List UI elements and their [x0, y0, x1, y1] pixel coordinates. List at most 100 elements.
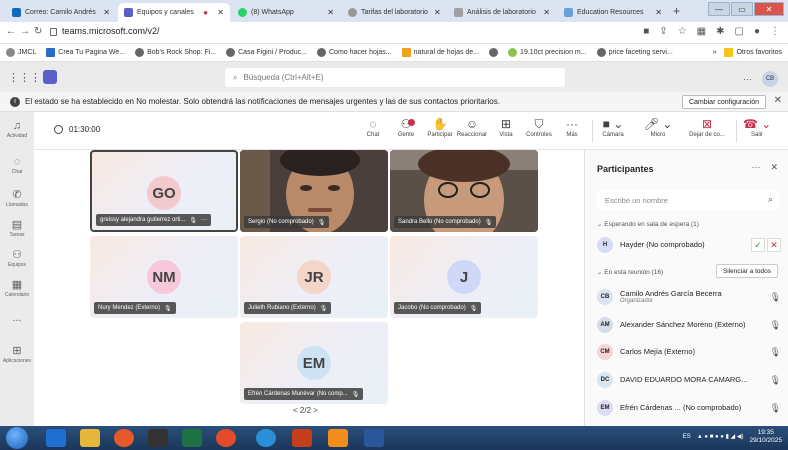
browser-tab-analisis[interactable]: Análisis de laboratorio ✕ [448, 3, 556, 22]
edge-icon[interactable] [46, 429, 66, 447]
chevron-right-icon[interactable]: » [713, 49, 717, 56]
bookmark[interactable]: Casa Figini / Produc... [226, 48, 307, 57]
bookmark[interactable]: price faceting servi... [596, 48, 673, 57]
participant-tile[interactable]: NM Nury Mendez (Externo) 🎙︎ [90, 236, 238, 318]
vlc-icon[interactable] [328, 429, 348, 447]
gallery-pager[interactable]: < 2/2 > [293, 406, 318, 415]
close-window-button[interactable]: ✕ [754, 2, 784, 16]
react-button[interactable]: ☺ Reaccionar [456, 116, 488, 138]
bookmark[interactable]: natural de hojas de... [401, 48, 479, 57]
controls-button[interactable]: ⛉ Controles [523, 116, 555, 138]
participant-search-input[interactable]: Escribe un nombre ⌕ [597, 190, 779, 210]
waiting-section-header[interactable]: ⌄ Esperando en sala de espera (1) [597, 220, 699, 228]
mic-button[interactable]: 🎤︎ ⌄ Micro [642, 116, 674, 138]
bookmark[interactable] [489, 48, 499, 57]
powerpoint-icon[interactable] [292, 429, 312, 447]
participant-tile[interactable]: JR Julieth Rubiano (Externo) 🎙︎ [240, 236, 388, 318]
rail-item-calendar[interactable]: ▦ Calendario [0, 278, 34, 298]
sidebar-icon[interactable]: ▢ [735, 26, 744, 37]
close-icon[interactable]: ✕ [321, 8, 334, 17]
bookmark[interactable]: Bob's Rock Shop: Fi... [135, 48, 216, 57]
rail-item-activity[interactable]: ♫ Actividad [0, 120, 34, 139]
close-icon[interactable]: ✕ [774, 95, 782, 106]
rail-item-teams[interactable]: ⚇ Equipos [0, 248, 34, 268]
language-indicator[interactable]: ES [683, 434, 691, 440]
new-tab-button[interactable]: + [673, 4, 680, 18]
rail-item-apps[interactable]: ⊞ Aplicaciones [0, 344, 34, 364]
word-icon[interactable] [364, 429, 384, 447]
clock[interactable]: 19:35 29/10/2025 [749, 429, 782, 445]
rail-item-chat[interactable]: ◌ Chat [0, 156, 34, 175]
maximize-button[interactable]: ▭ [731, 2, 753, 16]
bookmark[interactable]: Como hacer hojas... [317, 48, 392, 57]
file-explorer-icon[interactable] [80, 429, 100, 447]
forward-arrow-icon[interactable]: → [20, 26, 30, 37]
admit-button[interactable]: ✓ [751, 238, 765, 252]
browser-tab-tarifas[interactable]: Tarifas del laboratorio ✕ [342, 3, 446, 22]
change-settings-button[interactable]: Cambiar configuración [681, 95, 766, 109]
participant-tile-video[interactable]: Sandra Bello (No comprobado) 🎙︎ [390, 150, 538, 232]
rail-item-calls[interactable]: ✆ Llamadas [0, 188, 34, 208]
participant-row[interactable]: EM Efrén Cárdenas ... (No comprobado) 🎙︎ [597, 397, 781, 419]
in-meeting-section-header[interactable]: ⌄ En esta reunión (16) [597, 268, 663, 276]
participant-row[interactable]: CB Camilo Andrés García Becerra Organizad… [597, 284, 781, 310]
close-icon[interactable]: ✕ [428, 8, 441, 17]
menu-dots-icon[interactable]: ⋮ [770, 26, 780, 37]
camera-permission-icon[interactable]: ■ [643, 26, 649, 37]
browser-tab-whatsapp[interactable]: (8) WhatsApp ✕ [232, 3, 340, 22]
media-player-icon[interactable] [148, 429, 168, 447]
browser-tab-education[interactable]: Education Resources ✕ [558, 3, 668, 22]
close-icon[interactable]: ✕ [211, 8, 224, 17]
profile-icon[interactable]: ● [754, 26, 760, 37]
puzzle-icon[interactable]: ✱ [716, 26, 724, 37]
app-launcher-icon[interactable]: ⋮⋮⋮ [8, 71, 41, 84]
deny-button[interactable]: ✕ [767, 238, 781, 252]
view-button[interactable]: ⊞ Vista [490, 116, 522, 138]
share-icon[interactable]: ⇪ [659, 26, 667, 37]
participant-row[interactable]: AM Alexander Sánchez Moreno (Externo) 🎙︎ [597, 314, 781, 336]
close-icon[interactable]: ✕ [770, 162, 778, 173]
more-button[interactable]: ··· Más [556, 116, 588, 138]
avatar[interactable]: CB [762, 71, 778, 87]
bookmark[interactable]: JMCL [6, 48, 36, 57]
participant-tile[interactable]: J Jacobo (No comprobado) 🎙︎ [390, 236, 538, 318]
participant-row[interactable]: DC DAVID EDUARDO MORA CAMARG... 🎙︎ [597, 369, 781, 391]
leave-button[interactable]: ☎ ⌄ Salir [742, 116, 772, 138]
mute-all-button[interactable]: Silenciar a todos [715, 264, 778, 278]
chat-button[interactable]: ◌ Chat [357, 116, 389, 138]
start-button[interactable] [6, 427, 28, 449]
excel-icon[interactable] [182, 429, 202, 447]
more-options-icon[interactable]: ··· [751, 162, 760, 173]
back-arrow-icon[interactable]: ← [6, 26, 16, 37]
people-button[interactable]: ⚇ Gente [390, 116, 422, 138]
app-icon[interactable] [256, 429, 276, 447]
rail-item-more[interactable]: ... [0, 312, 34, 325]
close-icon[interactable]: ✕ [537, 8, 550, 17]
url-field[interactable]: teams.microsoft.com/v2/ [62, 26, 160, 36]
camera-button[interactable]: ■ ⌄ Cámara [597, 116, 629, 138]
close-icon[interactable]: ✕ [97, 8, 110, 17]
more-options-icon[interactable]: ··· [743, 74, 752, 84]
participant-tile[interactable]: GO greissy alejandra gutierrez orti... 🎙︎… [90, 150, 238, 232]
star-icon[interactable]: ☆ [678, 26, 687, 37]
minimize-button[interactable]: — [708, 2, 730, 16]
raise-hand-button[interactable]: ✋ Participar [424, 116, 456, 138]
close-icon[interactable]: ✕ [649, 8, 662, 17]
tray-icons[interactable]: ▲ ● ■ ● ● ▮ ◢ ◀) [697, 433, 744, 440]
firefox-icon[interactable] [114, 429, 134, 447]
browser-tab-teams[interactable]: Equipos y canales ● ✕ [118, 3, 230, 22]
bookmark[interactable]: Crea Tu Pagina We... [46, 48, 125, 57]
stop-sharing-button[interactable]: ⊠ Dejar de co... [685, 116, 729, 138]
other-bookmarks[interactable]: Otros favoritos [724, 48, 782, 57]
participant-tile-video[interactable]: Sergio (No comprobado) 🎙︎ [240, 150, 388, 232]
chrome-icon[interactable] [216, 429, 236, 447]
extension-icon[interactable]: ▦ [697, 26, 706, 37]
reload-icon[interactable]: ↻ [34, 26, 42, 37]
rail-item-tasks[interactable]: ▤ Tareas [0, 218, 34, 238]
search-input[interactable]: ⌕ Búsqueda (Ctrl+Alt+E) [225, 68, 565, 87]
participant-tile[interactable]: EM Efrén Cárdenas Munévar (No comp... 🎙︎ [240, 322, 388, 404]
bookmark[interactable]: 19.10ct precision m... [508, 48, 587, 57]
browser-tab-mail[interactable]: Correo: Camilo Andrés ✕ [6, 3, 116, 22]
more-options-icon[interactable]: ··· [201, 217, 207, 223]
participant-row[interactable]: CM Carlos Mejía (Externo) 🎙︎ [597, 341, 781, 363]
